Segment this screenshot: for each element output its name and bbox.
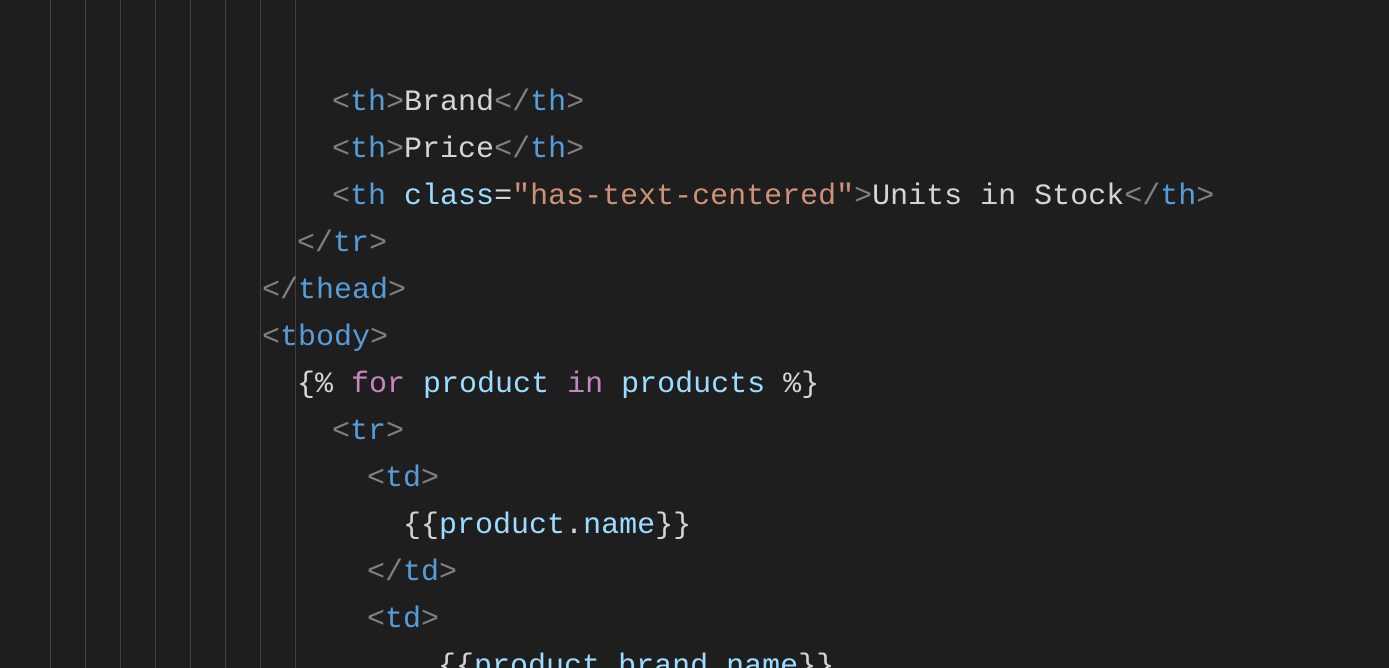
token-brk: > — [386, 86, 404, 120]
token-brk: > — [370, 321, 388, 355]
token-op: . — [600, 650, 618, 668]
token-brk: < — [367, 462, 385, 496]
token-var: brand — [618, 650, 708, 668]
code-line[interactable]: <th>Price</th> — [10, 127, 1389, 174]
token-brk: </ — [494, 86, 530, 120]
token-txt: Units in Stock — [872, 180, 1124, 214]
token-var: product — [474, 650, 600, 668]
token-tag: th — [530, 86, 566, 120]
token-brk: < — [332, 86, 350, 120]
token-tag: tr — [350, 415, 386, 449]
token-delim: %} — [765, 368, 819, 402]
token-tag: th — [350, 180, 386, 214]
token-op: . — [708, 650, 726, 668]
token-tag: td — [385, 603, 421, 637]
token-brk: > — [1196, 180, 1214, 214]
code-line[interactable]: </tr> — [10, 221, 1389, 268]
token-brk: > — [566, 86, 584, 120]
token-attr: class — [404, 180, 494, 214]
token-txt — [603, 368, 621, 402]
token-brk: </ — [494, 133, 530, 167]
token-tag: th — [350, 86, 386, 120]
token-brk: > — [421, 462, 439, 496]
token-txt — [402, 650, 438, 668]
token-str: "has-text-centered" — [512, 180, 854, 214]
token-brk: > — [386, 415, 404, 449]
token-var: product — [439, 509, 565, 543]
token-brk: < — [332, 180, 350, 214]
code-editor[interactable]: <th>Brand</th><th>Price</th><th class="h… — [0, 0, 1389, 668]
token-tag: th — [350, 133, 386, 167]
token-brk: > — [854, 180, 872, 214]
token-delim: }} — [798, 650, 834, 668]
token-var: name — [726, 650, 798, 668]
token-brk: > — [439, 556, 457, 590]
token-tag: tr — [333, 227, 369, 261]
token-kw: for — [351, 368, 405, 402]
token-tag: tbody — [280, 321, 370, 355]
code-line[interactable]: </td> — [10, 550, 1389, 597]
token-brk: </ — [367, 556, 403, 590]
token-delim: }} — [655, 509, 691, 543]
code-lines[interactable]: <th>Brand</th><th>Price</th><th class="h… — [10, 80, 1389, 668]
token-tag: thead — [298, 274, 388, 308]
token-brk: </ — [1124, 180, 1160, 214]
code-line[interactable]: </thead> — [10, 268, 1389, 315]
token-brk: > — [566, 133, 584, 167]
code-line[interactable]: <tr> — [10, 409, 1389, 456]
gutter — [0, 0, 10, 668]
token-brk: < — [332, 133, 350, 167]
token-brk: </ — [262, 274, 298, 308]
token-txt — [386, 180, 404, 214]
token-brk: > — [388, 274, 406, 308]
token-tag: th — [1160, 180, 1196, 214]
token-var: name — [583, 509, 655, 543]
code-line[interactable]: {% for product in products %} — [10, 362, 1389, 409]
token-delim: {% — [297, 368, 351, 402]
token-txt — [405, 368, 423, 402]
code-area[interactable]: <th>Brand</th><th>Price</th><th class="h… — [10, 0, 1389, 668]
token-delim: {{ — [438, 650, 474, 668]
token-brk: > — [421, 603, 439, 637]
token-tag: td — [385, 462, 421, 496]
code-line[interactable]: <tbody> — [10, 315, 1389, 362]
token-delim: {{ — [367, 509, 439, 543]
token-brk: > — [386, 133, 404, 167]
token-txt — [549, 368, 567, 402]
token-brk: < — [367, 603, 385, 637]
token-brk: < — [332, 415, 350, 449]
token-txt: Brand — [404, 86, 494, 120]
token-op: . — [565, 509, 583, 543]
token-brk: < — [262, 321, 280, 355]
token-kw: in — [567, 368, 603, 402]
code-line[interactable]: <td> — [10, 597, 1389, 644]
code-line[interactable]: {{product.name}} — [10, 503, 1389, 550]
token-tag: th — [530, 133, 566, 167]
token-var: product — [423, 368, 549, 402]
token-var: products — [621, 368, 765, 402]
token-brk: </ — [297, 227, 333, 261]
token-brk: > — [369, 227, 387, 261]
code-line[interactable]: {{product.brand.name}} — [10, 644, 1389, 668]
token-tag: td — [403, 556, 439, 590]
token-txt: Price — [404, 133, 494, 167]
code-line[interactable]: <th>Brand</th> — [10, 80, 1389, 127]
code-line[interactable]: <td> — [10, 456, 1389, 503]
code-line[interactable]: <th class="has-text-centered">Units in S… — [10, 174, 1389, 221]
token-txt: = — [494, 180, 512, 214]
